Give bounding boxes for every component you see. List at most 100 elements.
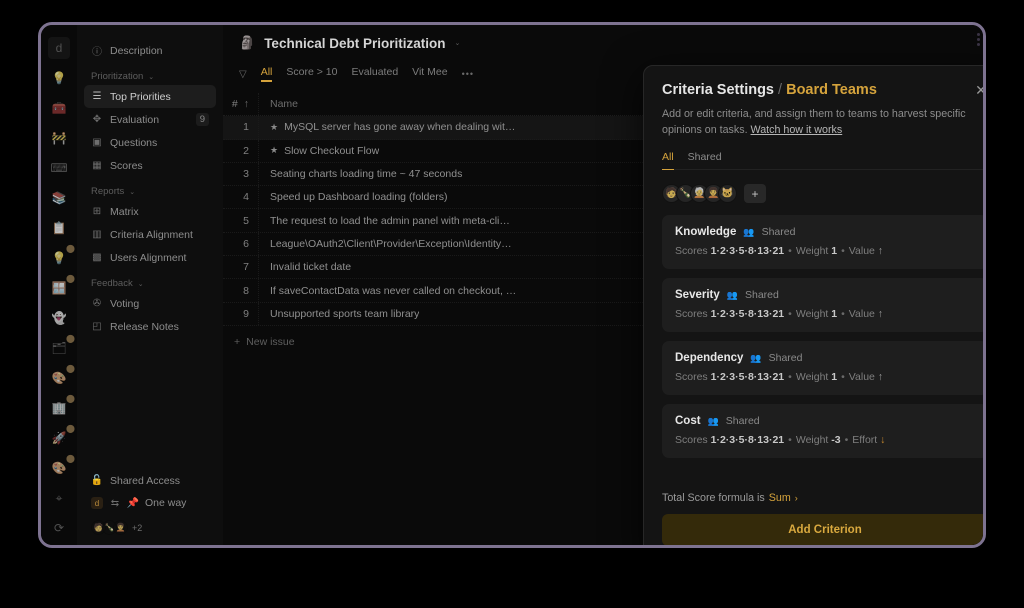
criterion-direction-label: Effort [852, 434, 881, 447]
panel-header: Criteria Settings / Board Teams ✕ Add or… [644, 66, 983, 138]
bulb-starred-icon[interactable]: 💡 ⬤ [48, 245, 75, 269]
sidebar-item-matrix[interactable]: ⊞ Matrix [84, 200, 216, 223]
arrow-up-icon: ↑ [877, 308, 884, 321]
paint-icon[interactable]: 🎨 ⬤ [48, 455, 75, 479]
separator-dot: • [788, 308, 792, 321]
criterion-direction-label: Value [848, 245, 878, 258]
sidebar-avatar-row[interactable]: 🧑 🍾 🧑‍🦱 +2 [91, 520, 209, 535]
sidebar-item-top-priorities[interactable]: ☰ Top Priorities [84, 85, 216, 108]
sidebar-item-voting[interactable]: ✇ Voting [84, 292, 216, 315]
voting-icon: ✇ [92, 298, 102, 309]
separator-dot: • [788, 245, 792, 258]
memo-icon[interactable]: 📋 [48, 217, 70, 239]
separator-dot: • [841, 308, 845, 321]
keyboard-icon[interactable]: ⌨ [48, 157, 70, 179]
arrow-up-icon: ↑ [877, 371, 884, 384]
criterion-card[interactable]: Dependency 👥 Shared Scores 1·2·3·5·8·13·21 •… [662, 341, 983, 396]
criterion-weight-label: Weight [795, 434, 832, 447]
separator-dot: • [788, 434, 792, 447]
info-icon: ⓘ [92, 47, 102, 58]
sidebar-group-reports[interactable]: Reports ⌄ [91, 186, 209, 197]
sort-ascending-icon[interactable]: ↑ [244, 98, 249, 110]
criteria-list: Knowledge 👥 Shared Scores 1·2·3·5·8·13·21 • W… [662, 215, 983, 459]
window-icon[interactable]: 🪟 ⬤ [48, 275, 75, 299]
row-number: 3 [223, 162, 259, 186]
app-logo-icon[interactable]: d [48, 37, 70, 59]
one-way-row[interactable]: d ⇆ 📌 One way [91, 492, 209, 514]
criterion-weight-value: 1 [831, 308, 838, 321]
formula-value[interactable]: Sum [769, 492, 791, 504]
ghost-icon[interactable]: 👻 [48, 307, 70, 329]
board-menu-chevron-down-icon[interactable]: ⌄ [454, 39, 460, 47]
idea-bulb-icon[interactable]: 💡 [48, 67, 70, 89]
palette-icon[interactable]: 🎨 ⬤ [48, 365, 75, 389]
add-member-button[interactable]: + [744, 184, 766, 204]
filter-tab-score-10[interactable]: Score > 10 [286, 66, 337, 83]
criterion-name: Knowledge [675, 226, 737, 239]
filter-funnel-icon[interactable]: ▽ [239, 69, 247, 80]
sidebar-item-label: Voting [110, 297, 140, 310]
panel-title-board-teams[interactable]: Board Teams [786, 82, 877, 98]
criterion-card[interactable]: Knowledge 👥 Shared Scores 1·2·3·5·8·13·21 • W… [662, 215, 983, 270]
sidebar-item-label: Matrix [110, 205, 139, 218]
sidebar-item-criteria-alignment[interactable]: ▥ Criteria Alignment [84, 223, 216, 246]
badge-dot-icon: ⬤ [66, 454, 75, 463]
filter-tab-evaluated[interactable]: Evaluated [351, 66, 398, 83]
sidebar-item-shared-access[interactable]: 🔓 Shared Access [84, 469, 216, 492]
sidebar-item-label: Description [110, 44, 163, 57]
sidebar-item-description[interactable]: ⓘ Description [84, 39, 216, 62]
sidebar-item-release-notes[interactable]: ◰ Release Notes [84, 315, 216, 338]
sidebar-group-prioritization[interactable]: Prioritization ⌄ [91, 71, 209, 82]
one-way-label: One way [145, 497, 187, 509]
add-criterion-button[interactable]: Add Criterion [662, 514, 983, 545]
criterion-shared-label: Shared [744, 289, 779, 302]
grid-icon[interactable]: 🏢 ⬤ [48, 395, 75, 419]
more-filters-icon[interactable]: ••• [462, 69, 474, 79]
icon-rail: d💡🧰🚧⌨📚📋💡⬤🪟⬤👻🗂⬤🎨⬤🏢⬤🚀⬤🎨⬤ ⌖⟳?🧑 [41, 25, 77, 545]
column-header-number-label: # [231, 98, 238, 111]
star-icon[interactable]: ★ [270, 122, 278, 133]
criterion-scores-label: Scores [675, 245, 711, 258]
chevron-right-icon[interactable]: › [795, 493, 798, 503]
rocket-icon[interactable]: 🚀 ⬤ [48, 425, 75, 449]
criterion-shared-label: Shared [768, 352, 803, 365]
construction-icon[interactable]: 🚧 [48, 127, 70, 149]
sidebar-item-scores[interactable]: ▦ Scores [84, 154, 216, 177]
sidebar-group-feedback[interactable]: Feedback ⌄ [91, 278, 209, 289]
criterion-weight-label: Weight [795, 308, 832, 321]
separator-dot: • [844, 434, 849, 447]
row-name-label: Seating charts loading time ~ 47 seconds [270, 168, 463, 181]
panel-tab-all[interactable]: All [662, 151, 674, 171]
scrollbar-marks[interactable] [977, 33, 980, 46]
toolbox-icon[interactable]: 🧰 [48, 97, 70, 119]
list-icon: ☰ [92, 91, 102, 102]
criterion-meta: Scores 1·2·3·5·8·13·21 • Weight 1 • Value ↑ [675, 308, 975, 320]
sidebar-item-users-alignment[interactable]: ▩ Users Alignment [84, 246, 216, 269]
sidebar-item-evaluation[interactable]: ✥ Evaluation 9 [84, 108, 216, 131]
criterion-scores-label: Scores [675, 434, 711, 447]
close-icon[interactable]: ✕ [972, 81, 983, 99]
badge-dot-icon: ⬤ [66, 274, 75, 283]
criterion-card[interactable]: Cost 👥 Shared Scores 1·2·3·5·8·13·21 • Weight… [662, 404, 983, 459]
criterion-scores-value: 1·2·3·5·8·13·21 [710, 434, 785, 447]
criterion-card[interactable]: Severity 👥 Shared Scores 1·2·3·5·8·13·21 • We… [662, 278, 983, 333]
books-icon[interactable]: 📚 [48, 187, 70, 209]
criterion-header: Dependency 👥 Shared [675, 352, 975, 364]
row-number: 8 [223, 279, 259, 302]
criterion-direction-label: Value [848, 308, 878, 321]
filter-tab-all[interactable]: All [260, 66, 272, 83]
location-pin-icon[interactable]: ⌖ [48, 487, 70, 509]
panel-tab-shared[interactable]: Shared [688, 151, 722, 169]
refresh-icon[interactable]: ⟳ [48, 517, 70, 539]
row-name-label: MySQL server has gone away when dealing … [284, 121, 516, 134]
star-icon[interactable]: ★ [270, 145, 278, 156]
row-number: 9 [223, 302, 259, 325]
chevron-down-icon: ⌄ [129, 188, 136, 196]
watch-how-it-works-link[interactable]: Watch how it works [751, 124, 843, 136]
sidebar-item-questions[interactable]: ▣ Questions [84, 131, 216, 154]
card-icon[interactable]: 🗂 ⬤ [48, 335, 75, 359]
filter-tab-vit-mee[interactable]: Vit Mee [412, 66, 447, 83]
criterion-weight-value: -3 [831, 434, 841, 447]
criterion-header: Cost 👥 Shared [675, 415, 975, 427]
sidebar-group-label: Reports [91, 186, 125, 197]
